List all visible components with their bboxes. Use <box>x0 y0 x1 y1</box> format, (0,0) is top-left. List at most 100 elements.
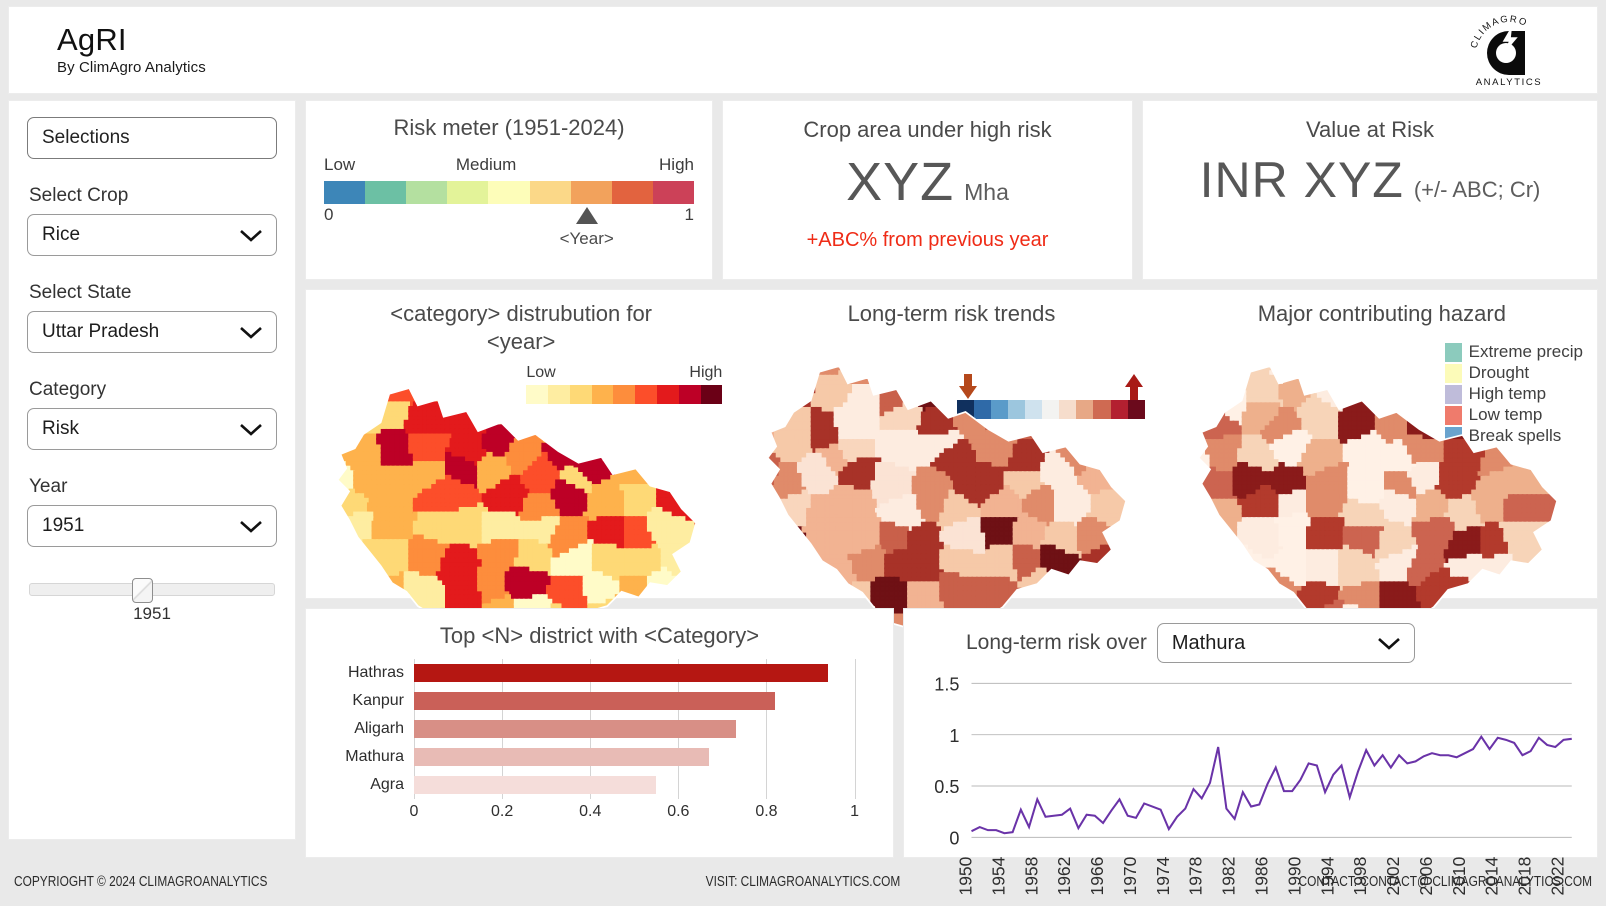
district-polygon[interactable] <box>1343 352 1381 377</box>
year-slider[interactable]: 1951 <box>27 578 277 624</box>
district-polygon[interactable] <box>1173 522 1197 560</box>
district-polygon[interactable] <box>743 553 790 588</box>
district-polygon[interactable] <box>774 549 818 584</box>
district-polygon[interactable] <box>312 374 351 408</box>
district-polygon[interactable] <box>743 485 777 532</box>
district-polygon[interactable] <box>1484 553 1514 584</box>
district-polygon[interactable] <box>312 489 342 527</box>
district-polygon[interactable] <box>344 374 391 408</box>
district-polygon[interactable] <box>1484 352 1528 386</box>
district-polygon[interactable] <box>504 406 544 436</box>
district-polygon[interactable] <box>907 352 946 382</box>
district-polygon[interactable] <box>1411 374 1446 409</box>
district-polygon[interactable] <box>610 374 649 408</box>
district-polygon[interactable] <box>743 526 777 569</box>
district-polygon[interactable] <box>1516 379 1573 409</box>
district-polygon[interactable] <box>651 393 713 450</box>
district-polygon[interactable] <box>642 424 695 463</box>
bar-chart-row[interactable]: Agra <box>306 771 881 799</box>
top-districts-bar-chart[interactable]: Hathras Kanpur Aligarh Mathura Agra 0 0.2 0.4 0.… <box>306 659 881 843</box>
district-polygon[interactable] <box>843 352 882 386</box>
district-polygon[interactable] <box>743 440 772 473</box>
district-polygon[interactable] <box>1077 352 1143 386</box>
district-polygon[interactable] <box>1204 540 1244 584</box>
year-slider-track[interactable] <box>29 578 275 603</box>
bar-fill[interactable] <box>414 748 710 766</box>
district-polygon[interactable] <box>642 374 713 408</box>
select-crop-dropdown[interactable]: Rice <box>27 214 277 256</box>
district-polygon[interactable] <box>545 374 585 408</box>
district-polygon[interactable] <box>1305 352 1349 391</box>
district-polygon[interactable] <box>971 352 1014 386</box>
district-polygon[interactable] <box>1443 352 1491 377</box>
district-polygon[interactable] <box>1379 352 1409 382</box>
district-polygon[interactable] <box>1173 352 1207 386</box>
district-polygon[interactable] <box>1049 411 1089 446</box>
district-polygon[interactable] <box>1173 553 1211 588</box>
district-polygon[interactable] <box>578 374 617 413</box>
district-polygon[interactable] <box>1036 352 1080 391</box>
bar-fill[interactable] <box>414 720 736 738</box>
district-polygon[interactable] <box>1447 406 1491 441</box>
bar-chart-row[interactable]: Kanpur <box>306 687 881 715</box>
district-polygon[interactable] <box>1173 467 1202 506</box>
district-polygon[interactable] <box>1173 402 1202 441</box>
district-polygon[interactable] <box>536 401 585 445</box>
district-polygon[interactable] <box>1305 517 1345 551</box>
district-polygon[interactable] <box>1200 352 1239 400</box>
bar-chart-row[interactable]: Mathura <box>306 743 881 771</box>
district-polygon[interactable] <box>312 517 342 546</box>
select-state-dropdown[interactable]: Uttar Pradesh <box>27 311 277 353</box>
district-polygon[interactable] <box>1196 521 1239 556</box>
bar-fill[interactable] <box>414 692 776 710</box>
district-polygon[interactable] <box>944 374 983 414</box>
district-polygon[interactable] <box>408 433 452 463</box>
long-term-risk-line-chart[interactable]: 00.511.51950 1954 1958 1962 1966 1970 1974 1978… <box>904 671 1579 900</box>
district-polygon[interactable] <box>1480 379 1524 423</box>
year-slider-thumb[interactable] <box>132 578 154 603</box>
district-polygon[interactable] <box>999 374 1052 409</box>
district-polygon[interactable] <box>1086 379 1143 428</box>
district-polygon[interactable] <box>1503 429 1556 464</box>
district-polygon[interactable] <box>1383 370 1418 414</box>
bar-fill[interactable] <box>414 776 657 794</box>
district-polygon[interactable] <box>1516 572 1573 611</box>
district-polygon[interactable] <box>871 352 910 386</box>
district-polygon[interactable] <box>614 451 663 486</box>
district-polygon[interactable] <box>1346 370 1386 409</box>
district-polygon[interactable] <box>1521 402 1573 468</box>
district-polygon[interactable] <box>610 424 645 468</box>
district-polygon[interactable] <box>1173 375 1207 405</box>
district-polygon[interactable] <box>769 370 818 409</box>
district-polygon[interactable] <box>1173 490 1202 523</box>
district-polygon[interactable] <box>976 384 1015 414</box>
district-polygon[interactable] <box>939 352 974 386</box>
district-polygon[interactable] <box>312 397 342 430</box>
district-polygon[interactable] <box>1503 494 1573 524</box>
district-polygon[interactable] <box>801 572 845 611</box>
district-polygon[interactable] <box>477 374 516 404</box>
district-polygon[interactable] <box>774 352 813 372</box>
bar-chart-row[interactable]: Aligarh <box>306 715 881 743</box>
district-polygon[interactable] <box>477 392 516 427</box>
bar-chart-row[interactable]: Hathras <box>306 659 881 687</box>
district-polygon[interactable] <box>509 374 553 408</box>
district-polygon[interactable] <box>743 411 777 446</box>
district-polygon[interactable] <box>1003 352 1052 391</box>
district-dropdown[interactable]: Mathura <box>1156 623 1415 663</box>
district-polygon[interactable] <box>1406 352 1446 377</box>
district-polygon[interactable] <box>312 543 342 577</box>
district-polygon[interactable] <box>312 571 346 600</box>
year-dropdown[interactable]: 1951 <box>27 505 277 547</box>
district-polygon[interactable] <box>1521 352 1573 390</box>
district-polygon[interactable] <box>743 379 781 418</box>
bar-fill[interactable] <box>414 664 829 682</box>
district-polygon[interactable] <box>444 374 479 408</box>
district-polygon[interactable] <box>1227 581 1267 611</box>
district-polygon[interactable] <box>582 396 626 436</box>
district-polygon[interactable] <box>312 429 342 471</box>
district-polygon[interactable] <box>1077 416 1116 450</box>
district-polygon[interactable] <box>743 352 777 382</box>
district-polygon[interactable] <box>1489 411 1528 446</box>
district-polygon[interactable] <box>1196 498 1244 529</box>
